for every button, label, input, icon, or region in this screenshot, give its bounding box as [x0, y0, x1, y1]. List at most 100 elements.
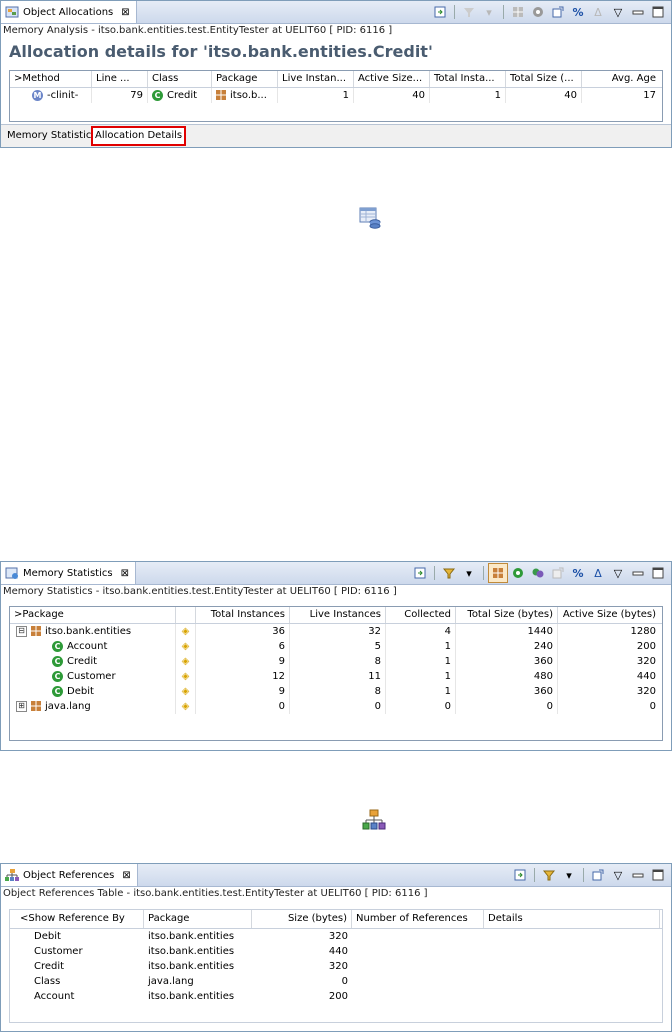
- package-view-icon[interactable]: [509, 3, 527, 21]
- column-header-total-size[interactable]: Total Size (...: [506, 71, 582, 87]
- column-header-collected[interactable]: Collected: [386, 607, 456, 623]
- filter-icon[interactable]: [540, 866, 558, 884]
- class-view-icon[interactable]: [529, 3, 547, 21]
- table-row[interactable]: M -clinit- 79 C Credit itso.b... 1 40 1 40…: [10, 88, 662, 103]
- column-header-avg-age[interactable]: Avg. Age: [582, 71, 660, 87]
- total-size-cell: 240: [456, 639, 558, 654]
- package-view-icon[interactable]: [488, 563, 508, 583]
- table-row[interactable]: Customer itso.bank.entities 440: [10, 944, 662, 959]
- column-header-method[interactable]: >Method: [10, 71, 92, 87]
- size-cell: 320: [328, 931, 348, 942]
- minimize-icon[interactable]: [629, 866, 647, 884]
- refresh-icon[interactable]: [431, 3, 449, 21]
- column-header-blank[interactable]: [176, 607, 196, 623]
- object-references-view: Object References ⊠ ▾ ▽ Object Reference…: [0, 863, 672, 1032]
- instance-view-icon[interactable]: [529, 564, 547, 582]
- class-view-icon[interactable]: [509, 564, 527, 582]
- collected-cell: 4: [386, 624, 456, 639]
- percent-icon[interactable]: %: [569, 3, 587, 21]
- refresh-icon[interactable]: [511, 866, 529, 884]
- package-icon: [31, 626, 41, 636]
- total-instances-cell: 0: [196, 699, 290, 714]
- table-row[interactable]: Account itso.bank.entities 200: [10, 989, 662, 1004]
- diamond-glyph: ◈: [181, 656, 190, 667]
- total-instances-cell: 12: [196, 669, 290, 684]
- column-header-active-size[interactable]: Active Size (bytes): [558, 607, 660, 623]
- class-icon: C: [52, 655, 63, 667]
- export-icon[interactable]: [549, 3, 567, 21]
- collapse-icon[interactable]: ⊟: [16, 625, 27, 637]
- minimize-icon[interactable]: [629, 3, 647, 21]
- filter-icon[interactable]: [440, 564, 458, 582]
- filter-icon[interactable]: [460, 3, 478, 21]
- package-icon: [216, 90, 226, 100]
- method-name: -clinit-: [47, 90, 79, 101]
- memory-statistics-toolbar: ▾ % Δ ▽: [411, 563, 667, 583]
- table-row[interactable]: C Credit ◈ 9 8 1 360 320: [10, 654, 662, 669]
- column-header-package[interactable]: Package: [212, 71, 278, 87]
- object-references-tab[interactable]: Object References ⊠: [1, 864, 138, 886]
- column-header-line[interactable]: Line ...: [92, 71, 148, 87]
- chevron-down-icon[interactable]: ▾: [460, 564, 478, 582]
- object-allocations-icon: [5, 6, 19, 18]
- refresh-icon[interactable]: [411, 564, 429, 582]
- percent-icon[interactable]: %: [569, 564, 587, 582]
- column-header-total-instances[interactable]: Total Instances: [196, 607, 290, 623]
- collected-cell: 1: [386, 684, 456, 699]
- view-menu-icon[interactable]: ▽: [609, 564, 627, 582]
- export-icon[interactable]: [549, 564, 567, 582]
- active-size-cell: 40: [354, 88, 430, 103]
- column-header-class[interactable]: Class: [148, 71, 212, 87]
- maximize-icon[interactable]: [649, 866, 667, 884]
- memory-statistics-tabbar: Memory Statistics ⊠ ▾ % Δ ▽: [1, 562, 671, 585]
- size-cell: 200: [328, 991, 348, 1002]
- total-size-cell: 360: [456, 684, 558, 699]
- diamond-glyph: ◈: [181, 671, 190, 682]
- view-menu-icon[interactable]: ▽: [609, 3, 627, 21]
- toolbar-separator: [454, 5, 455, 19]
- export-icon[interactable]: [589, 866, 607, 884]
- memory-statistics-tab[interactable]: Memory Statistics ⊠: [1, 562, 136, 584]
- total-size-cell: 480: [456, 669, 558, 684]
- object-allocations-tab[interactable]: Object Allocations ⊠: [1, 1, 137, 23]
- close-icon[interactable]: ⊠: [121, 568, 129, 579]
- table-row[interactable]: C Debit ◈ 9 8 1 360 320: [10, 684, 662, 699]
- delta-icon[interactable]: Δ: [589, 3, 607, 21]
- column-header-total-size[interactable]: Total Size (bytes): [456, 607, 558, 623]
- close-icon[interactable]: ⊠: [121, 7, 129, 18]
- column-header-active-size[interactable]: Active Size...: [354, 71, 430, 87]
- column-header-show-reference-by[interactable]: <Show Reference By: [10, 910, 144, 928]
- minimize-icon[interactable]: [629, 564, 647, 582]
- diamond-icon: ◈: [176, 669, 196, 684]
- table-row[interactable]: ⊟ itso.bank.entities ◈ 36 32 4 1440 1280: [10, 624, 662, 639]
- column-header-number-of-references[interactable]: Number of References: [352, 910, 484, 928]
- chevron-down-icon[interactable]: ▾: [560, 866, 578, 884]
- table-row[interactable]: Class java.lang 0: [10, 974, 662, 989]
- table-row[interactable]: C Customer ◈ 12 11 1 480 440: [10, 669, 662, 684]
- allocation-details-table: >Method Line ... Class Package Live Inst…: [9, 70, 663, 122]
- delta-icon[interactable]: Δ: [589, 564, 607, 582]
- column-header-package[interactable]: >Package: [10, 607, 176, 623]
- expand-icon[interactable]: ⊞: [16, 700, 27, 712]
- maximize-icon[interactable]: [649, 3, 667, 21]
- table-row[interactable]: C Account ◈ 6 5 1 240 200: [10, 639, 662, 654]
- view-menu-icon[interactable]: ▽: [609, 866, 627, 884]
- close-icon[interactable]: ⊠: [122, 870, 130, 881]
- object-references-table: <Show Reference By Package Size (bytes) …: [9, 909, 663, 1023]
- column-header-details[interactable]: Details: [484, 910, 660, 928]
- row-label: java.lang: [45, 701, 91, 712]
- table-row[interactable]: Debit itso.bank.entities 320: [10, 929, 662, 944]
- column-header-live-instances[interactable]: Live Instances: [290, 607, 386, 623]
- chevron-down-icon[interactable]: ▾: [480, 3, 498, 21]
- column-header-size[interactable]: Size (bytes): [252, 910, 352, 928]
- object-references-rows: Debit itso.bank.entities 320 Customer itso.b…: [10, 929, 662, 1004]
- allocation-details-heading: Allocation details for 'itso.bank.entiti…: [9, 42, 433, 61]
- column-header-package[interactable]: Package: [144, 910, 252, 928]
- maximize-icon[interactable]: [649, 564, 667, 582]
- table-row[interactable]: ⊞ java.lang ◈ 0 0 0 0 0: [10, 699, 662, 714]
- tab-allocation-details[interactable]: Allocation Details: [90, 126, 187, 146]
- table-row[interactable]: Credit itso.bank.entities 320: [10, 959, 662, 974]
- column-header-total-instances[interactable]: Total Insta...: [430, 71, 506, 87]
- tab-memory-statistics[interactable]: Memory Statistics: [5, 128, 99, 144]
- column-header-live-instances[interactable]: Live Instan...: [278, 71, 354, 87]
